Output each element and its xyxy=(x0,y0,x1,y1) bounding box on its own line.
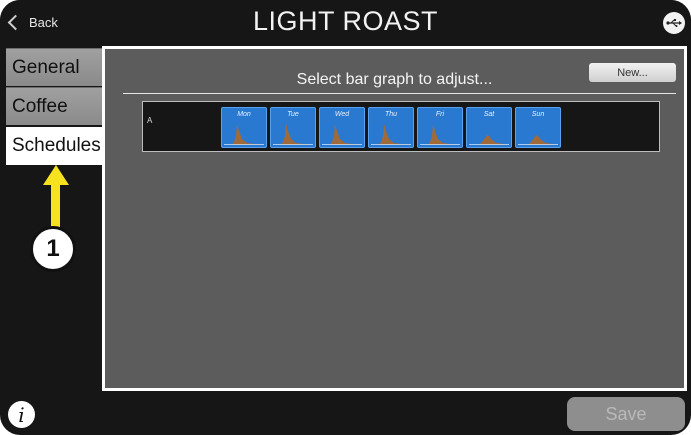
bar-graph-icon xyxy=(273,124,313,145)
day-graph-sat[interactable]: Sat xyxy=(466,107,512,148)
arrow-up-icon xyxy=(43,165,69,185)
usb-icon[interactable] xyxy=(663,12,685,34)
day-label: Thu xyxy=(384,111,398,118)
save-button[interactable]: Save xyxy=(567,397,685,431)
bar-graph-icon xyxy=(371,124,411,145)
header-bar: Back LIGHT ROAST xyxy=(0,0,691,44)
day-label: Tue xyxy=(287,111,299,118)
day-label: Sat xyxy=(483,111,495,118)
bar-graph-icon xyxy=(224,124,264,145)
page-title: LIGHT ROAST xyxy=(252,6,439,36)
info-button[interactable]: i xyxy=(8,401,35,428)
bar-graph-icon xyxy=(469,135,509,145)
tab-general[interactable]: General xyxy=(6,48,102,86)
bar-graph-icon xyxy=(420,124,460,145)
day-label: Sun xyxy=(531,111,545,118)
day-graph-thu[interactable]: Thu xyxy=(368,107,414,148)
day-graph-sun[interactable]: Sun xyxy=(515,107,561,148)
day-graph-fri[interactable]: Fri xyxy=(417,107,463,148)
bar-graph-icon xyxy=(518,135,558,145)
callout-badge: 1 xyxy=(30,226,76,272)
day-graph-tue[interactable]: Tue xyxy=(270,107,316,148)
day-label: Fri xyxy=(435,111,445,118)
tab-schedules[interactable]: Schedules xyxy=(6,127,102,165)
day-label: Wed xyxy=(334,111,350,118)
schedule-panel: Select bar graph to adjust... New... A M… xyxy=(102,46,687,391)
day-label: Mon xyxy=(237,111,251,118)
tab-label: Schedules xyxy=(12,135,101,156)
app-window: Back LIGHT ROAST General Coffee Schedule… xyxy=(0,0,691,435)
tab-coffee[interactable]: Coffee xyxy=(6,87,102,125)
bar-graph-icon xyxy=(322,124,362,145)
tab-label: Coffee xyxy=(12,95,68,117)
day-graph-wed[interactable]: Wed xyxy=(319,107,365,148)
schedule-row-label: A xyxy=(147,116,153,125)
day-graph-mon[interactable]: Mon xyxy=(221,107,267,148)
schedule-row: A Mon Tue Wed Thu Fri Sat Sun xyxy=(142,101,660,152)
new-schedule-button[interactable]: New... xyxy=(589,63,676,82)
tab-label: General xyxy=(12,56,80,78)
divider xyxy=(123,93,676,94)
